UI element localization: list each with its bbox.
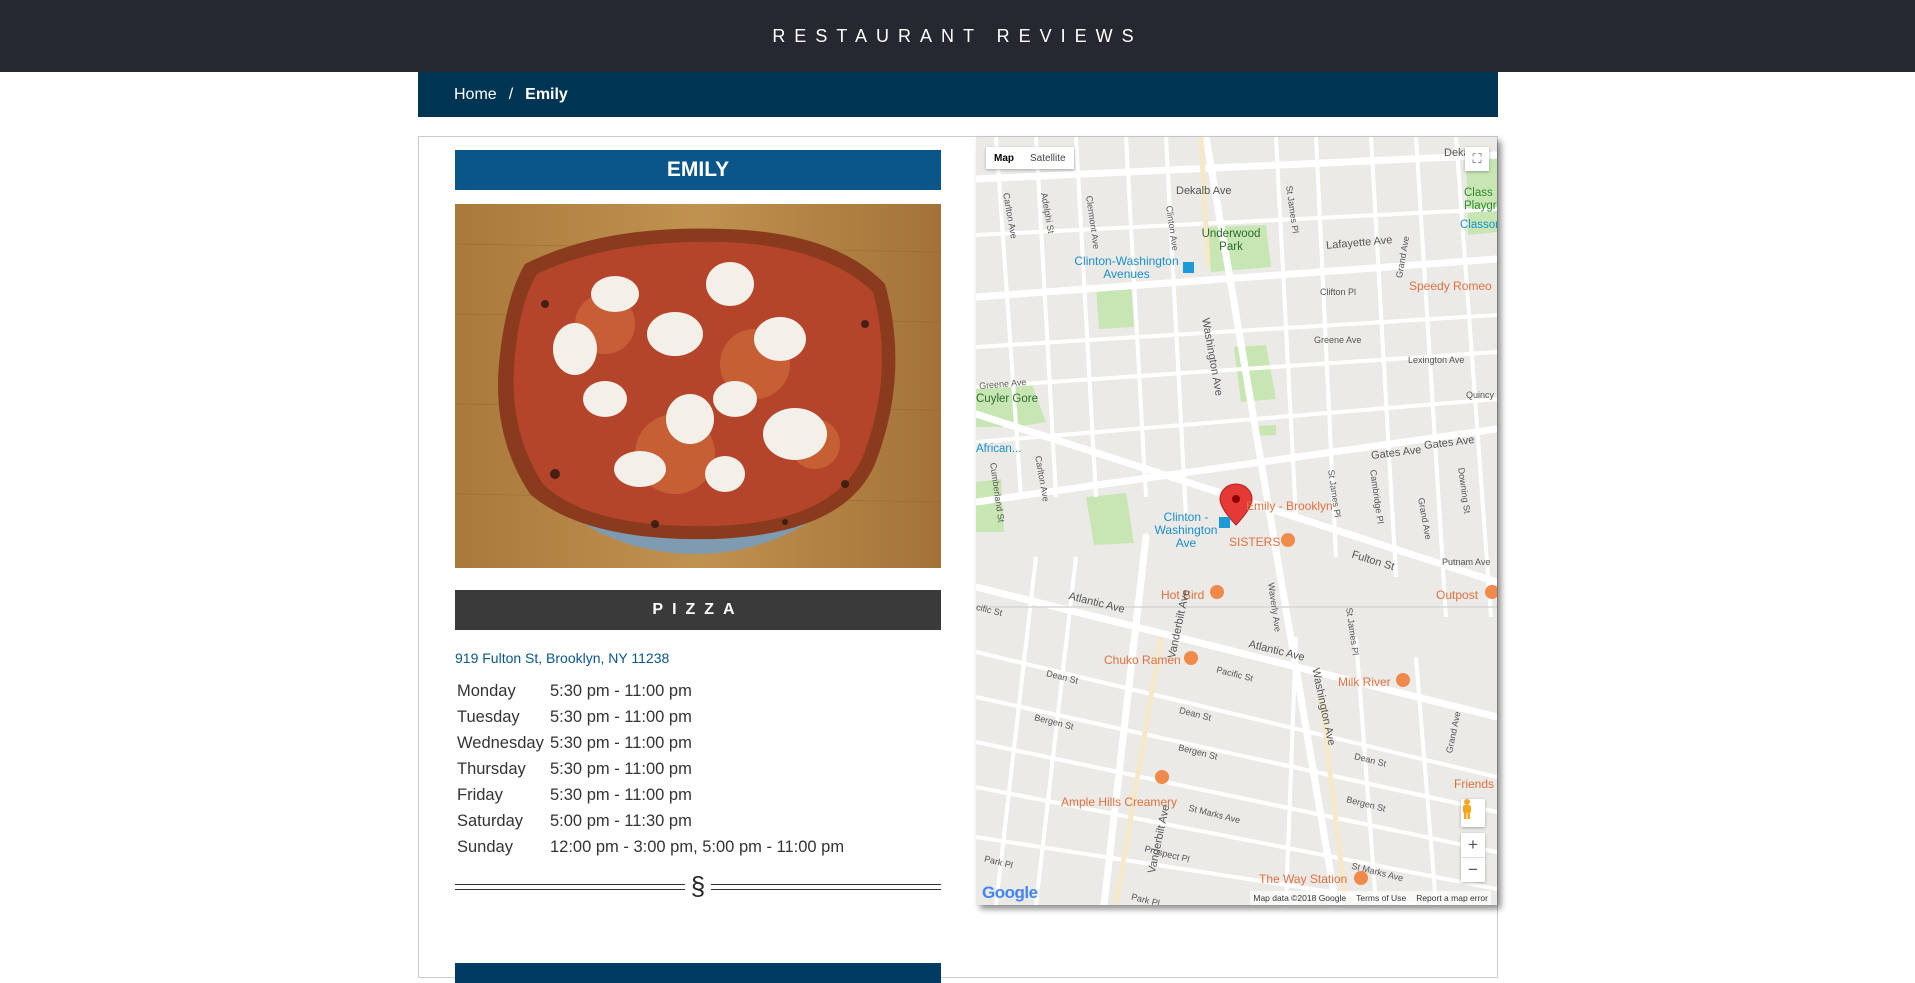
map-attribution: Map data ©2018 Google Terms of Use Repor… [1250,891,1491,905]
street-clifton-pl: Clifton Pl [1320,287,1357,297]
place-speedy-romeo[interactable]: Speedy Romeo [1409,279,1492,293]
place-clinton-washington-avenues[interactable]: Clinton-Washington Avenues [1064,255,1189,281]
place-classon-ave[interactable]: Classon Av [1460,219,1497,231]
place-milk-river[interactable]: Milk River [1338,675,1391,689]
place-cuyler-gore[interactable]: Cuyler Gore [976,393,1038,405]
site-title[interactable]: RESTAURANT REVIEWS [772,26,1142,47]
report-map-error-link[interactable]: Report a map error [1416,893,1488,903]
restaurant-details: EMILY PIZZA 919 Fulton St, Brooklyn, NY … [455,150,941,983]
hours-table: Monday 5:30 pm - 11:00 pm Tuesday 5:30 pm … [457,678,844,860]
google-logo: Google [982,883,1038,902]
hours-day: Friday [457,785,503,804]
terms-of-use-link[interactable]: Terms of Use [1356,893,1406,903]
hours-row: Wednesday 5:30 pm - 11:00 pm [457,730,844,756]
hours-row: Friday 5:30 pm - 11:00 pm [457,782,844,808]
street-view-pegman-icon[interactable] [1461,799,1485,827]
restaurant-name: EMILY [455,150,941,190]
hours-row: Thursday 5:30 pm - 11:00 pm [457,756,844,782]
place-friends[interactable]: Friends [1454,777,1494,791]
street-greene-ave: Greene Ave [1314,335,1362,345]
hours-day: Thursday [457,759,526,778]
hours-row: Saturday 5:00 pm - 11:30 pm [457,808,844,834]
restaurant-photo [455,204,941,568]
breadcrumb-home-link[interactable]: Home [454,86,497,104]
hours-row: Monday 5:30 pm - 11:00 pm [457,678,844,704]
zoom-in-button[interactable]: + [1461,833,1485,857]
hours-day: Saturday [457,811,524,830]
zoom-control: + − [1461,833,1485,882]
place-outpost[interactable]: Outpost [1436,588,1478,602]
map-type-map-button[interactable]: Map [986,153,1022,164]
hours-day: Wednesday [457,733,544,752]
section-sign-icon: § [690,871,706,901]
divider-line-left [455,884,685,890]
hours-row: Sunday 12:00 pm - 3:00 pm, 5:00 pm - 11:0… [457,834,844,860]
street-quincy-st: Quincy St [1466,390,1497,400]
map-type-satellite-button[interactable]: Satellite [1022,153,1074,164]
divider-line-right [711,884,941,890]
fullscreen-icon[interactable]: ⛶ [1465,147,1489,171]
restaurant-card: EMILY PIZZA 919 Fulton St, Brooklyn, NY … [418,136,1498,983]
cuisine-label: PIZZA [455,590,941,630]
hours-time: 5:30 pm - 11:00 pm [550,759,692,778]
street-dekalb-ave: Dekalb Ave [1176,185,1232,197]
place-underwood-park[interactable]: Underwood Park [1201,228,1261,254]
map[interactable]: Emily - Brooklyn Underwood Park Clinton-… [976,137,1497,905]
place-clinton-washington-ave[interactable]: Clinton - Washington Ave [1146,511,1226,550]
hours-day: Tuesday [457,707,520,726]
site-header: RESTAURANT REVIEWS [0,0,1915,72]
place-african[interactable]: African... [976,443,1021,455]
section-divider: § [455,872,941,902]
restaurant-address: 919 Fulton St, Brooklyn, NY 11238 [455,650,670,666]
hours-time: 5:00 pm - 11:30 pm [550,811,692,830]
hours-time: 5:30 pm - 11:00 pm [550,707,692,726]
breadcrumb-separator: / [508,85,514,103]
street-putnam-ave: Putnam Ave [1442,557,1491,567]
street-lexington-ave: Lexington Ave [1408,355,1465,365]
reviews-heading-bar [455,963,941,983]
place-classon-playground[interactable]: Class Playgro [1464,187,1497,213]
map-type-control: Map Satellite [986,147,1074,169]
place-sisters[interactable]: SISTERS [1229,535,1280,549]
hours-row: Tuesday 5:30 pm - 11:00 pm [457,704,844,730]
zoom-out-button[interactable]: − [1461,858,1485,882]
place-the-way-station[interactable]: The Way Station [1259,872,1347,886]
hours-time: 5:30 pm - 11:00 pm [550,785,692,804]
breadcrumb: Home / Emily [418,72,1498,117]
marker-label[interactable]: Emily - Brooklyn [1246,499,1333,513]
breadcrumb-current: Emily [525,85,568,103]
hours-time: 5:30 pm - 11:00 pm [550,733,692,752]
hours-time: 12:00 pm - 3:00 pm, 5:00 pm - 11:00 pm [550,837,845,856]
hours-day: Monday [457,681,516,700]
hours-time: 5:30 pm - 11:00 pm [550,681,692,700]
hours-day: Sunday [457,837,513,856]
map-data-label: Map data ©2018 Google [1253,893,1347,903]
